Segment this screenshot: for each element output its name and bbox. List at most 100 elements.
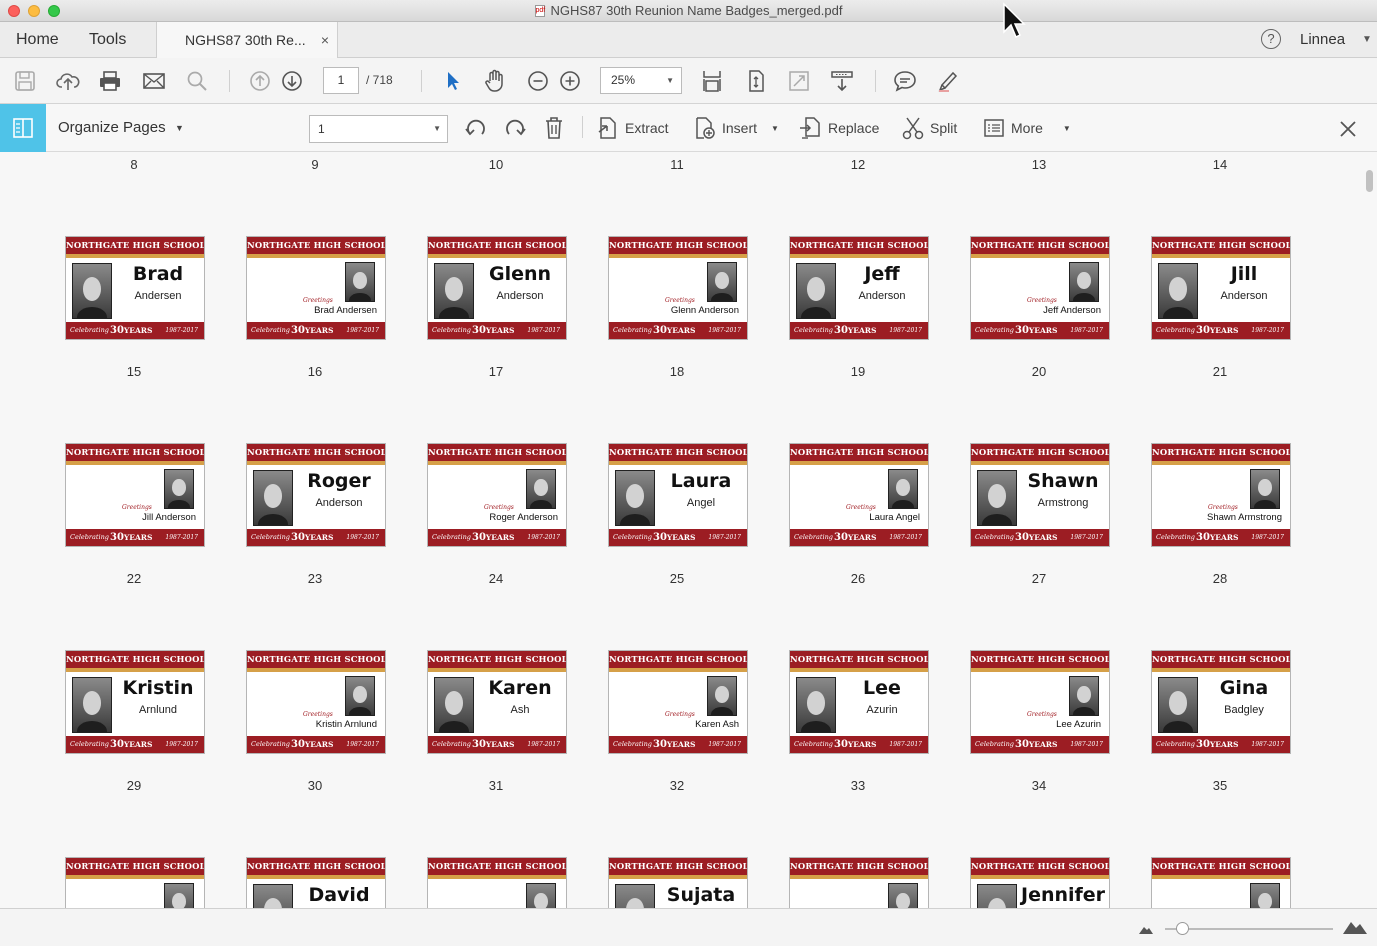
- split-button[interactable]: Split: [902, 114, 957, 142]
- badge-gold-stripe: [66, 254, 204, 258]
- page-thumbnail[interactable]: NORTHGATE HIGH SCHOOL Greetings Karen Ash C…: [608, 650, 748, 754]
- badge-school-header: NORTHGATE HIGH SCHOOL: [971, 237, 1109, 254]
- extract-button[interactable]: Extract: [597, 114, 669, 142]
- page-thumbnail[interactable]: NORTHGATE HIGH SCHOOL Greetings Laura Ange…: [789, 443, 929, 547]
- scroll-mode-icon[interactable]: [827, 66, 857, 96]
- page-thumbnail[interactable]: NORTHGATE HIGH SCHOOL Jeff Anderson Celebra…: [789, 236, 929, 340]
- page-thumbnail[interactable]: NORTHGATE HIGH SCHOOL Gina Badgley Celebrat…: [1151, 650, 1291, 754]
- page-thumbnail[interactable]: NORTHGATE HIGH SCHOOL Karen Ash Celebrating…: [427, 650, 567, 754]
- chevron-down-icon[interactable]: ▼: [1362, 22, 1372, 58]
- email-icon[interactable]: [139, 66, 169, 96]
- vertical-scrollbar[interactable]: [1366, 170, 1373, 192]
- badge-years-word: YEARS: [123, 740, 153, 749]
- page-thumbnail[interactable]: NORTHGATE HIGH SCHOOL Glenn Anderson Celebr…: [427, 236, 567, 340]
- photo-face: [1168, 690, 1188, 715]
- highlight-pen-icon[interactable]: [933, 66, 963, 96]
- user-menu[interactable]: Linnea: [1300, 22, 1345, 58]
- page-thumbnail[interactable]: NORTHGATE HIGH SCHOOL Kristin Arnlund Celeb…: [65, 650, 205, 754]
- thumbnail-size-small-icon[interactable]: [1139, 924, 1153, 934]
- badge-photo: [615, 884, 655, 908]
- close-window-button[interactable]: [8, 5, 20, 17]
- previous-page-icon[interactable]: [245, 66, 275, 96]
- fit-page-icon[interactable]: [741, 66, 771, 96]
- help-icon[interactable]: ?: [1261, 29, 1281, 49]
- mouse-cursor-icon: [1003, 2, 1026, 39]
- page-thumbnail[interactable]: NORTHGATE HIGH SCHOOL Brad Andersen Celebra…: [65, 236, 205, 340]
- page-thumbnail[interactable]: NORTHGATE HIGH SCHOOL Shawn Armstrong Celeb…: [970, 443, 1110, 547]
- page-number-input[interactable]: 1: [323, 67, 359, 94]
- photo-face: [82, 690, 102, 715]
- full-screen-icon[interactable]: [784, 66, 814, 96]
- chevron-down-icon[interactable]: ▼: [771, 124, 779, 133]
- upload-cloud-icon[interactable]: [53, 66, 83, 96]
- organize-pages-title[interactable]: Organize Pages: [58, 104, 166, 152]
- badge-footer: Celebrating 30YEARS 1987-2017: [609, 529, 747, 546]
- badge-school-header: NORTHGATE HIGH SCHOOL: [428, 651, 566, 668]
- close-organize-icon[interactable]: [1337, 118, 1359, 140]
- page-thumbnail[interactable]: NORTHGATE HIGH SCHOOLGreetingsCelebratin…: [427, 857, 567, 908]
- replace-button[interactable]: Replace: [798, 114, 879, 142]
- select-cursor-icon[interactable]: [438, 66, 468, 96]
- thumbnail-size-slider-handle[interactable]: [1176, 922, 1189, 935]
- zoom-in-icon[interactable]: [555, 66, 585, 96]
- page-thumbnail[interactable]: NORTHGATE HIGH SCHOOLSujataCelebrating30…: [608, 857, 748, 908]
- search-icon[interactable]: [182, 66, 212, 96]
- page-range-select[interactable]: 1 ▼: [309, 115, 448, 143]
- print-icon[interactable]: [95, 66, 125, 96]
- thumbnail-size-large-icon[interactable]: [1343, 918, 1367, 934]
- badge-photo: [796, 677, 836, 733]
- zoom-level-select[interactable]: 25% ▼: [600, 67, 682, 94]
- save-icon[interactable]: [10, 66, 40, 96]
- page-thumbnail[interactable]: NORTHGATE HIGH SCHOOLGreetingsCelebratin…: [1151, 857, 1291, 908]
- chevron-down-icon[interactable]: ▼: [175, 104, 184, 152]
- tab-document[interactable]: NGHS87 30th Re... ×: [156, 22, 338, 59]
- page-thumbnail[interactable]: NORTHGATE HIGH SCHOOL Roger Anderson Celebr…: [246, 443, 386, 547]
- more-button[interactable]: More ▼: [983, 114, 1071, 142]
- page-thumbnail[interactable]: NORTHGATE HIGH SCHOOL Greetings Jill Ander…: [65, 443, 205, 547]
- replace-label: Replace: [828, 120, 880, 136]
- page-thumbnail[interactable]: NORTHGATE HIGH SCHOOL Jill Anderson Celebra…: [1151, 236, 1291, 340]
- tab-tools[interactable]: Tools: [89, 22, 126, 58]
- next-page-icon[interactable]: [277, 66, 307, 96]
- insert-button[interactable]: Insert ▼: [694, 114, 779, 142]
- chevron-down-icon[interactable]: ▼: [1063, 124, 1071, 133]
- page-thumbnail[interactable]: NORTHGATE HIGH SCHOOL Greetings Jeff Ander…: [970, 236, 1110, 340]
- photo-face: [1077, 272, 1091, 289]
- page-thumbnail[interactable]: NORTHGATE HIGH SCHOOL Greetings Glenn Ande…: [608, 236, 748, 340]
- page-thumbnail[interactable]: NORTHGATE HIGH SCHOOL Greetings Brad Ander…: [246, 236, 386, 340]
- badge-greeting-script: Greetings: [1027, 297, 1057, 304]
- zoom-out-icon[interactable]: [523, 66, 553, 96]
- page-thumbnail[interactable]: NORTHGATE HIGH SCHOOL Greetings Lee Azurin…: [970, 650, 1110, 754]
- fit-width-icon[interactable]: [697, 66, 727, 96]
- page-thumbnail[interactable]: NORTHGATE HIGH SCHOOL Laura Angel Celebrati…: [608, 443, 748, 547]
- more-label: More: [1011, 120, 1043, 136]
- tab-home[interactable]: Home: [16, 22, 59, 58]
- badge-greeting-script: Greetings: [846, 504, 876, 511]
- page-thumbnail[interactable]: NORTHGATE HIGH SCHOOL Greetings Roger Ande…: [427, 443, 567, 547]
- page-thumbnail[interactable]: NORTHGATE HIGH SCHOOLJenniferCelebrating…: [970, 857, 1110, 908]
- page-thumbnail[interactable]: NORTHGATE HIGH SCHOOL Lee Azurin Celebratin…: [789, 650, 929, 754]
- minimize-window-button[interactable]: [28, 5, 40, 17]
- badge-photo: [253, 470, 293, 526]
- rotate-left-icon[interactable]: [464, 114, 488, 142]
- page-thumbnail[interactable]: NORTHGATE HIGH SCHOOL Greetings Shawn Arms…: [1151, 443, 1291, 547]
- page-thumbnail[interactable]: NORTHGATE HIGH SCHOOLGreetingsCelebratin…: [65, 857, 205, 908]
- hand-tool-icon[interactable]: [480, 66, 510, 96]
- badge-school-header: NORTHGATE HIGH SCHOOL: [428, 237, 566, 254]
- badge-photo: [796, 263, 836, 319]
- tab-close-icon[interactable]: ×: [321, 22, 329, 59]
- thumbnail-size-slider[interactable]: [1165, 928, 1333, 930]
- badge-photo: [1250, 469, 1280, 509]
- badge-small-name: Shawn Armstrong: [1207, 512, 1282, 523]
- badge-gold-stripe: [428, 668, 566, 672]
- badge-photo: [707, 676, 737, 716]
- page-thumbnail[interactable]: NORTHGATE HIGH SCHOOLGreetingsCelebratin…: [789, 857, 929, 908]
- organize-pages-icon[interactable]: [0, 104, 46, 152]
- page-thumbnail[interactable]: NORTHGATE HIGH SCHOOL Greetings Kristin Ar…: [246, 650, 386, 754]
- badge-footer: Celebrating 30YEARS 1987-2017: [66, 529, 204, 546]
- page-thumbnail[interactable]: NORTHGATE HIGH SCHOOLDavidCelebrating30Y…: [246, 857, 386, 908]
- delete-icon[interactable]: [543, 114, 565, 142]
- zoom-window-button[interactable]: [48, 5, 60, 17]
- rotate-right-icon[interactable]: [503, 114, 527, 142]
- comment-icon[interactable]: [890, 66, 920, 96]
